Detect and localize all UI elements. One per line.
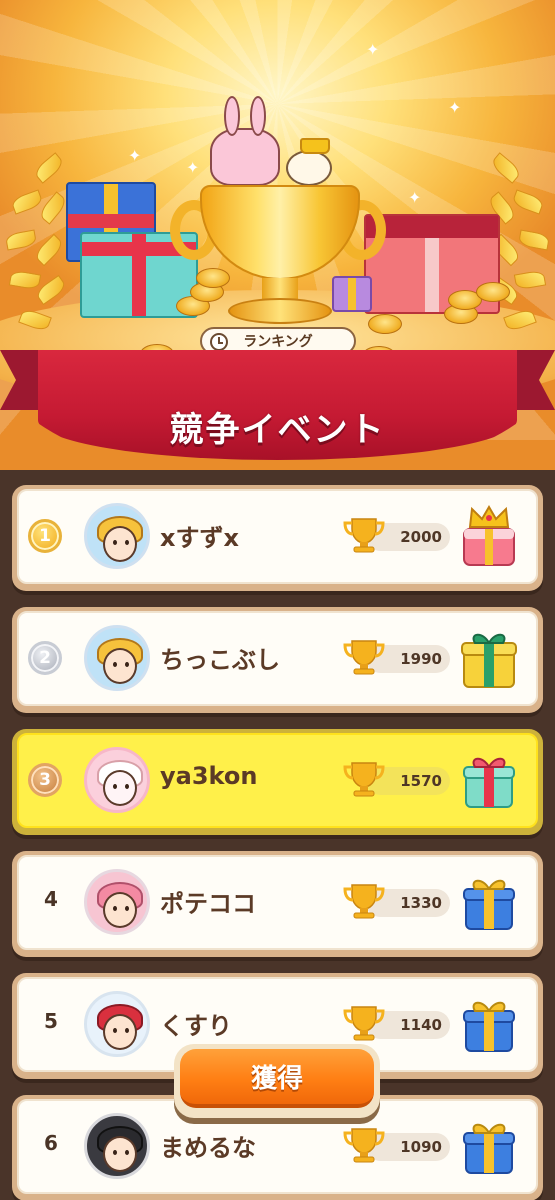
event-banner: 競争イベント: [0, 330, 555, 470]
rank-number: 6: [44, 1131, 58, 1155]
gift-box-icon: [332, 276, 372, 312]
player-name: ya3kon: [160, 762, 258, 790]
trophy-icon: [343, 518, 385, 553]
player-name: ポテココ: [160, 890, 256, 918]
rank-number: 4: [44, 887, 58, 911]
trophy-icon: [343, 1128, 385, 1163]
leaderboard-row[interactable]: 4 ポテココ 1330: [12, 851, 543, 957]
trophy-icon: [343, 640, 385, 675]
silver-medal-icon: 2: [28, 641, 62, 675]
event-title: 競争イベント: [169, 410, 386, 450]
large-gift-icon: [461, 633, 517, 688]
sparkle-icon: ✦: [448, 98, 462, 117]
avatar[interactable]: [84, 503, 150, 569]
claim-button-label[interactable]: 獲得: [180, 1049, 374, 1108]
sparkle-icon: ✦: [408, 188, 422, 207]
trophy-icon: [343, 1006, 385, 1041]
blue-gift-icon: [463, 1123, 515, 1174]
rank-number: 5: [44, 1009, 58, 1033]
trophy-icon: [343, 884, 385, 919]
crown-cake-icon: [463, 505, 515, 566]
bunny-character-icon: [210, 96, 280, 186]
leaderboard-row[interactable]: 1 xすずx 2000: [12, 485, 543, 591]
leaderboard-row-current-user[interactable]: 3 ya3kon 1570: [12, 729, 543, 835]
player-name: くすり: [160, 1012, 232, 1040]
player-name: まめるな: [160, 1134, 256, 1162]
coin-icon: [196, 268, 230, 288]
coin-icon: [476, 282, 510, 302]
claim-button[interactable]: 獲得: [174, 1044, 380, 1118]
avatar[interactable]: [84, 869, 150, 935]
bronze-medal-icon: 3: [28, 763, 62, 797]
laurel-left-icon: [4, 152, 74, 350]
avatar[interactable]: [84, 1113, 150, 1179]
player-name: xすずx: [160, 524, 239, 552]
trophy-icon: [343, 762, 385, 797]
medium-gift-icon: [463, 757, 515, 808]
avatar[interactable]: [84, 747, 150, 813]
player-name: ちっこぶし: [160, 646, 280, 674]
sparkle-icon: ✦: [366, 40, 380, 59]
gold-medal-icon: 1: [28, 519, 62, 553]
avatar[interactable]: [84, 625, 150, 691]
sparkle-icon: ✦: [128, 146, 142, 165]
blue-gift-icon: [463, 1001, 515, 1052]
bird-character-icon: [286, 150, 332, 186]
avatar[interactable]: [84, 991, 150, 1057]
sparkle-icon: ✦: [186, 158, 200, 177]
crown-icon: [300, 138, 330, 154]
leaderboard-row[interactable]: 2 ちっこぶし 1990: [12, 607, 543, 713]
trophy-base: [228, 298, 332, 324]
blue-gift-icon: [463, 879, 515, 930]
